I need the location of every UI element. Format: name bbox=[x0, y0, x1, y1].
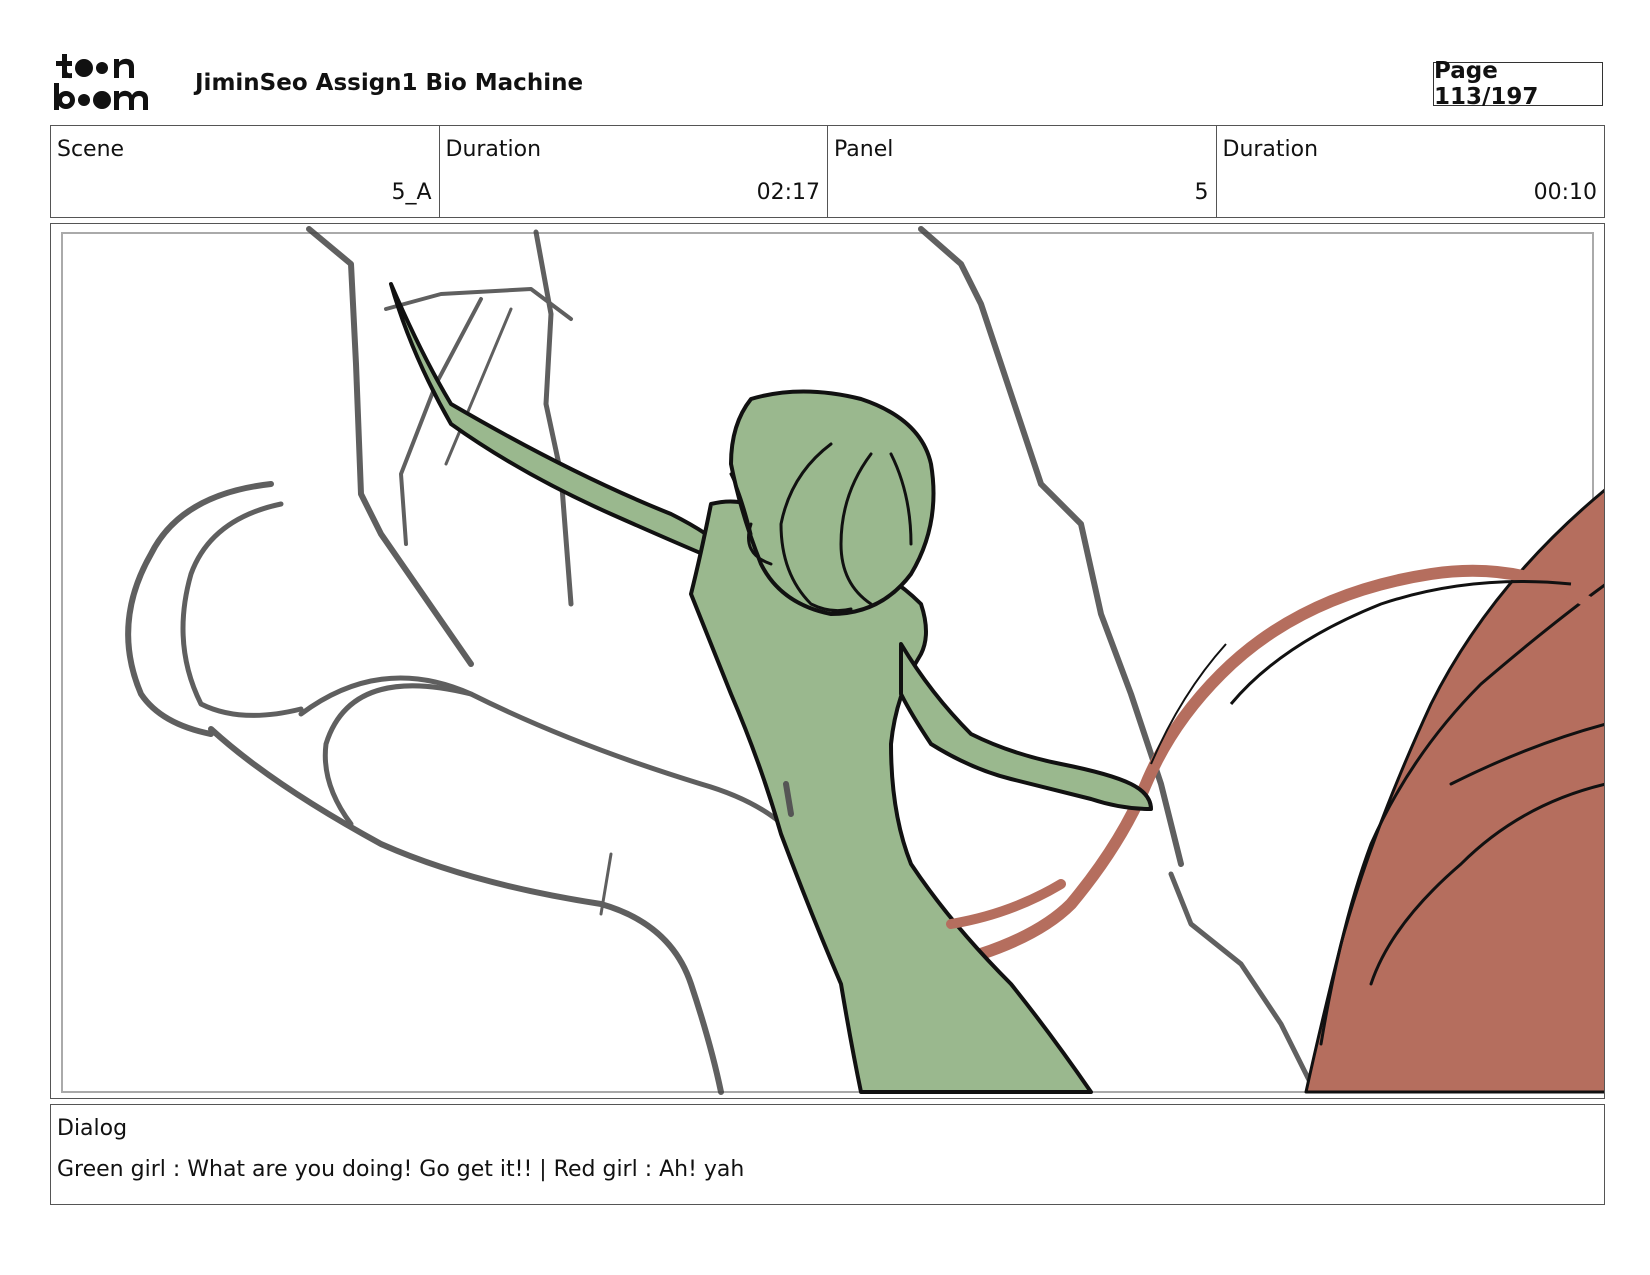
scene-duration-value: 02:17 bbox=[756, 180, 820, 205]
storyboard-drawing bbox=[61, 226, 1604, 1095]
panel-duration-value: 00:10 bbox=[1533, 180, 1597, 205]
scene-value: 5_A bbox=[391, 180, 432, 205]
dialog-text: Green girl : What are you doing! Go get … bbox=[57, 1157, 745, 1182]
page-number: Page 113/197 bbox=[1433, 58, 1603, 110]
panel-duration-label: Duration bbox=[1222, 137, 1319, 162]
panel-value: 5 bbox=[1194, 180, 1209, 205]
document-title: JiminSeo Assign1 Bio Machine bbox=[195, 70, 584, 96]
scene-label: Scene bbox=[57, 137, 125, 162]
panel-cell: Panel 5 bbox=[828, 126, 1217, 217]
panel-label: Panel bbox=[834, 137, 894, 162]
scene-cell: Scene 5_A bbox=[51, 126, 440, 217]
scene-duration-cell: Duration 02:17 bbox=[440, 126, 828, 217]
dialog-section: Dialog Green girl : What are you doing! … bbox=[50, 1104, 1605, 1205]
scene-duration-label: Duration bbox=[445, 137, 542, 162]
toon-boom-logo bbox=[54, 54, 148, 110]
panel-duration-cell: Duration 00:10 bbox=[1217, 126, 1605, 217]
storyboard-panel bbox=[50, 223, 1605, 1099]
scene-info-table: Scene 5_A Duration 02:17 Panel 5 Duratio… bbox=[50, 125, 1605, 218]
dialog-label: Dialog bbox=[57, 1116, 128, 1141]
